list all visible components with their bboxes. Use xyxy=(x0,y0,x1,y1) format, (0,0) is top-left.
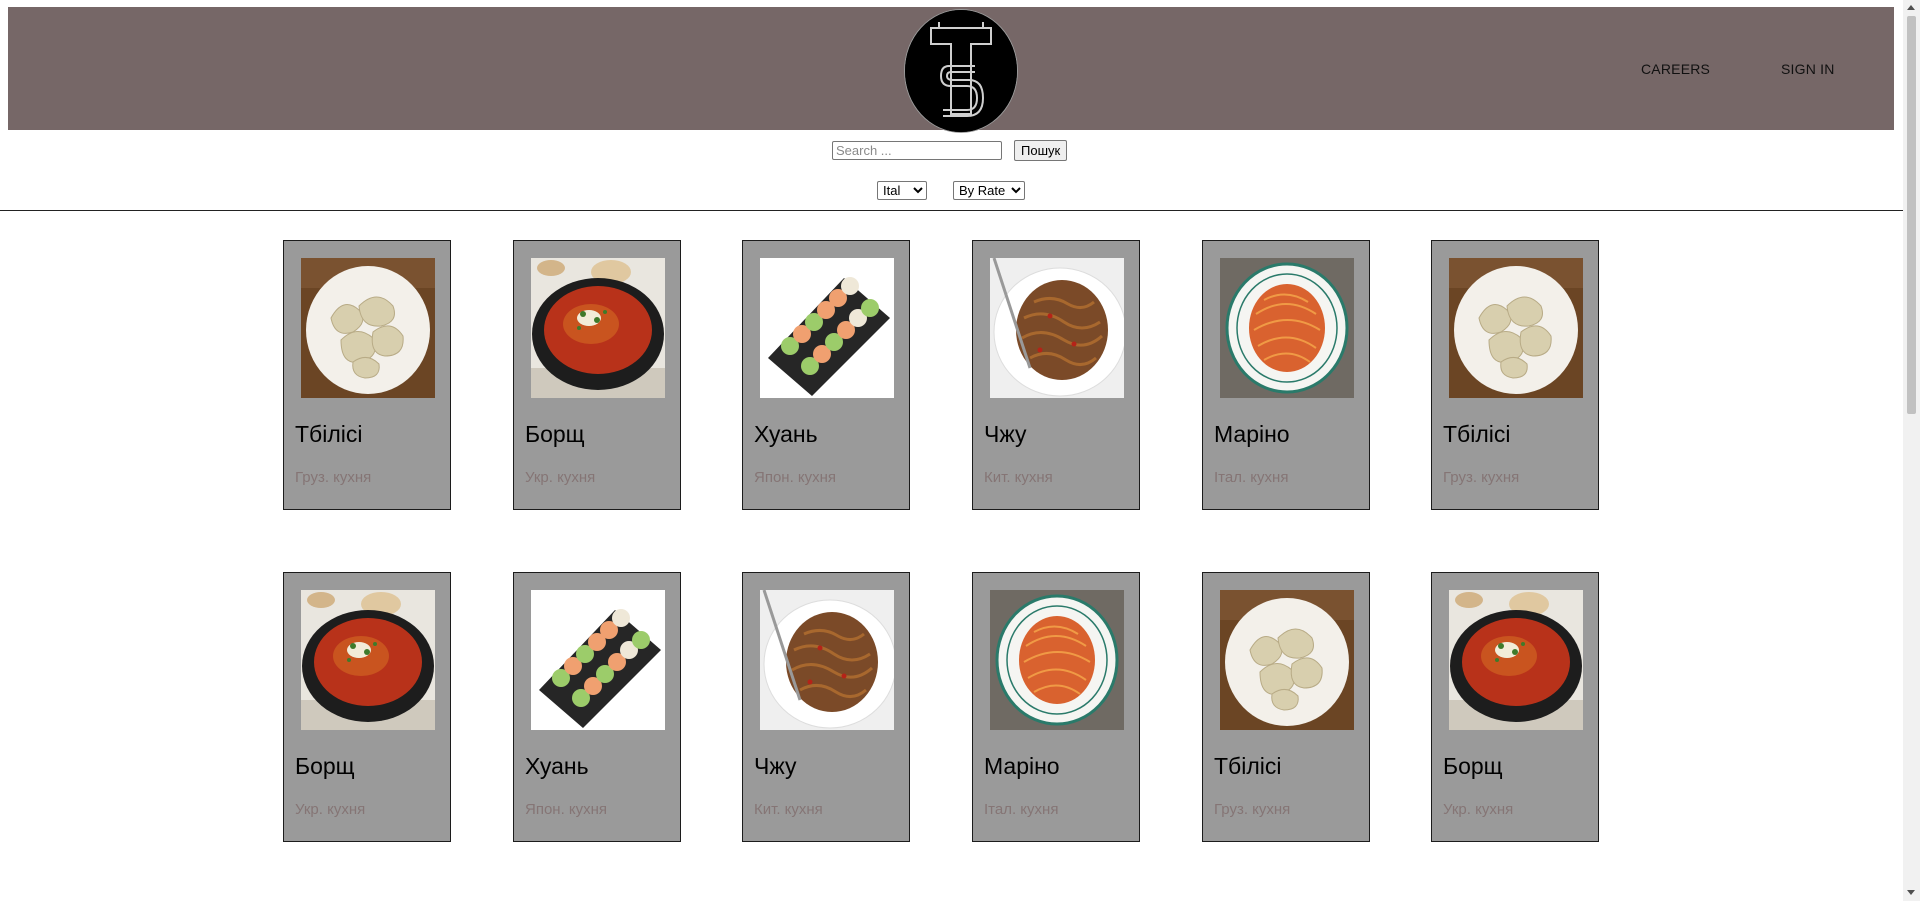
cuisine-label: Груз. кухня xyxy=(1443,469,1520,486)
restaurant-card[interactable]: Тбілісі Груз. кухня xyxy=(1431,240,1599,510)
cuisine-label: Укр. кухня xyxy=(295,801,366,818)
cuisine-label: Італ. кухня xyxy=(1214,469,1289,486)
divider xyxy=(0,210,1903,211)
restaurant-name[interactable]: Хуань xyxy=(754,421,818,448)
restaurant-name[interactable]: Хуань xyxy=(525,753,589,780)
restaurant-card[interactable]: Хуань Япон. кухня xyxy=(742,240,910,510)
restaurant-card[interactable]: Маріно Італ. кухня xyxy=(972,572,1140,842)
restaurant-name[interactable]: Тбілісі xyxy=(295,421,362,448)
restaurant-card[interactable]: Маріно Італ. кухня xyxy=(1202,240,1370,510)
scroll-up-icon[interactable] xyxy=(1907,5,1915,10)
cuisine-filter-select[interactable]: Ital xyxy=(877,181,927,200)
dish-image[interactable] xyxy=(531,258,665,398)
cuisine-label: Укр. кухня xyxy=(1443,801,1514,818)
dish-image[interactable] xyxy=(301,590,435,730)
cuisine-label: Япон. кухня xyxy=(754,469,837,486)
sort-select[interactable]: By Rate xyxy=(953,181,1025,200)
restaurant-card[interactable]: Чжу Кит. кухня xyxy=(972,240,1140,510)
restaurant-name[interactable]: Борщ xyxy=(1443,753,1503,780)
dish-image[interactable] xyxy=(760,258,894,398)
restaurant-name[interactable]: Борщ xyxy=(525,421,585,448)
dish-image[interactable] xyxy=(531,590,665,730)
search-input[interactable] xyxy=(832,141,1002,160)
scroll-down-icon[interactable] xyxy=(1907,890,1915,895)
restaurant-name[interactable]: Тбілісі xyxy=(1214,753,1281,780)
nav-careers-link[interactable]: CAREERS xyxy=(1641,61,1710,77)
site-header: CAREERS SIGN IN xyxy=(8,7,1894,133)
restaurant-name[interactable]: Маріно xyxy=(1214,421,1290,448)
vertical-scrollbar[interactable] xyxy=(1903,0,1920,901)
restaurant-card[interactable]: Чжу Кит. кухня xyxy=(742,572,910,842)
restaurant-name[interactable]: Тбілісі xyxy=(1443,421,1510,448)
dish-image[interactable] xyxy=(760,590,894,730)
dish-image[interactable] xyxy=(1449,258,1583,398)
page: CAREERS SIGN IN Пошук Ital By Rate Тбілі… xyxy=(0,0,1903,901)
search-button[interactable]: Пошук xyxy=(1014,140,1068,161)
cuisine-label: Груз. кухня xyxy=(295,469,372,486)
cuisine-label: Груз. кухня xyxy=(1214,801,1291,818)
cuisine-label: Кит. кухня xyxy=(754,801,823,818)
cuisine-label: Укр. кухня xyxy=(525,469,596,486)
nav-sign-in-link[interactable]: SIGN IN xyxy=(1781,61,1835,77)
restaurant-card[interactable]: Тбілісі Груз. кухня xyxy=(1202,572,1370,842)
dish-image[interactable] xyxy=(1220,590,1354,730)
cuisine-label: Кит. кухня xyxy=(984,469,1053,486)
restaurant-card[interactable]: Борщ Укр. кухня xyxy=(1431,572,1599,842)
restaurant-card[interactable]: Борщ Укр. кухня xyxy=(283,572,451,842)
dish-image[interactable] xyxy=(301,258,435,398)
dish-image[interactable] xyxy=(990,590,1124,730)
dish-image[interactable] xyxy=(1220,258,1354,398)
dish-image[interactable] xyxy=(990,258,1124,398)
logo[interactable] xyxy=(904,9,1018,133)
cuisine-label: Італ. кухня xyxy=(984,801,1059,818)
restaurant-card[interactable]: Тбілісі Груз. кухня xyxy=(283,240,451,510)
dish-image[interactable] xyxy=(1449,590,1583,730)
restaurant-name[interactable]: Борщ xyxy=(295,753,355,780)
cuisine-label: Япон. кухня xyxy=(525,801,608,818)
ts-logo-icon xyxy=(905,10,1017,132)
restaurant-card[interactable]: Хуань Япон. кухня xyxy=(513,572,681,842)
restaurant-name[interactable]: Чжу xyxy=(984,421,1026,448)
restaurant-name[interactable]: Маріно xyxy=(984,753,1060,780)
scrollbar-thumb[interactable] xyxy=(1907,16,1916,414)
restaurant-name[interactable]: Чжу xyxy=(754,753,796,780)
restaurant-card[interactable]: Борщ Укр. кухня xyxy=(513,240,681,510)
